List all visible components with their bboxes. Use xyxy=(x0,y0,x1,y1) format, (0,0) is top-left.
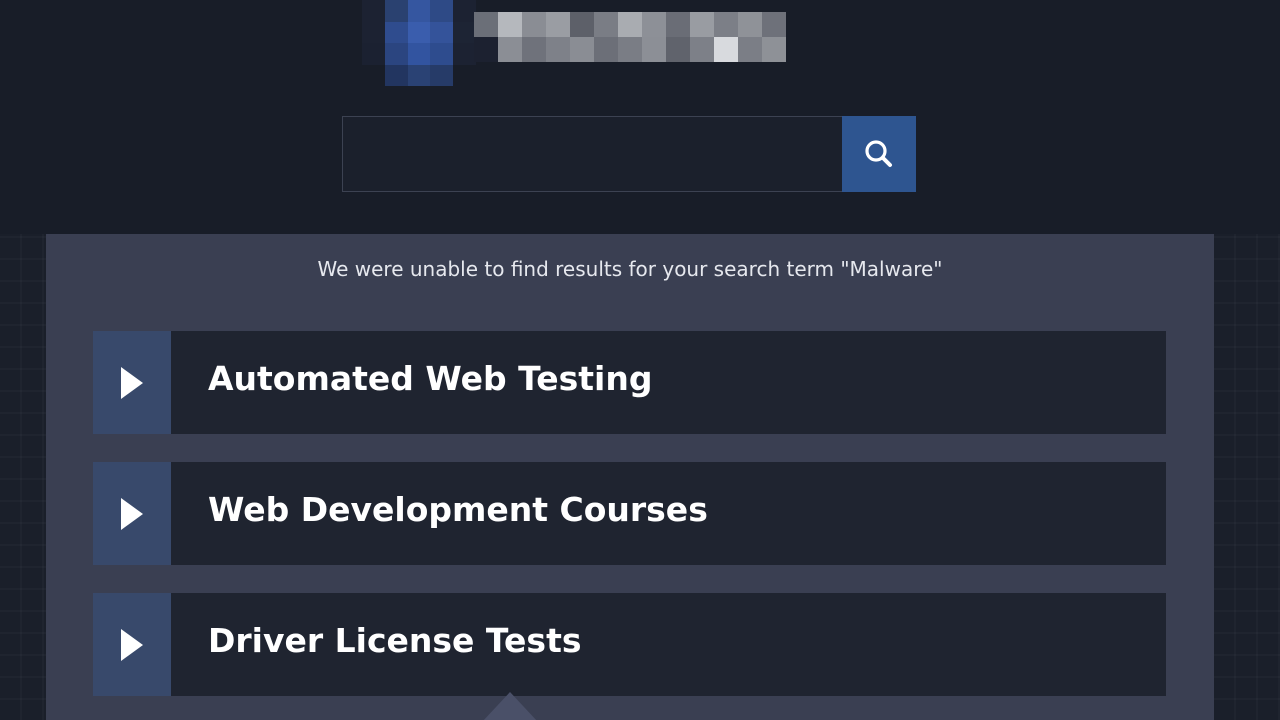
page: We were unable to find results for your … xyxy=(0,0,1280,720)
site-logo[interactable] xyxy=(362,0,792,86)
result-label[interactable]: Driver License Tests xyxy=(171,593,582,687)
play-triangle-icon xyxy=(121,628,143,661)
side-pattern-left xyxy=(0,234,46,720)
result-item-web-development-courses[interactable]: Web Development Courses xyxy=(93,462,1166,565)
result-item-driver-license-tests[interactable]: Driver License Tests xyxy=(93,593,1166,696)
logo-wordmark xyxy=(474,12,786,62)
result-label[interactable]: Web Development Courses xyxy=(171,462,708,556)
play-triangle-icon xyxy=(121,366,143,399)
search-icon xyxy=(865,140,892,167)
search-bar xyxy=(342,116,916,192)
no-results-message: We were unable to find results for your … xyxy=(317,257,943,281)
search-input[interactable] xyxy=(342,116,842,192)
result-toggle[interactable] xyxy=(93,331,171,434)
background-decoration xyxy=(482,692,538,720)
play-triangle-icon xyxy=(121,497,143,530)
results-panel: We were unable to find results for your … xyxy=(46,234,1214,720)
header xyxy=(0,0,1280,234)
result-item-automated-web-testing[interactable]: Automated Web Testing xyxy=(93,331,1166,434)
result-label[interactable]: Automated Web Testing xyxy=(171,331,652,425)
result-toggle[interactable] xyxy=(93,593,171,696)
logo-mark-icon xyxy=(362,0,476,86)
result-toggle[interactable] xyxy=(93,462,171,565)
side-pattern-right xyxy=(1214,234,1280,720)
search-button[interactable] xyxy=(842,116,916,192)
